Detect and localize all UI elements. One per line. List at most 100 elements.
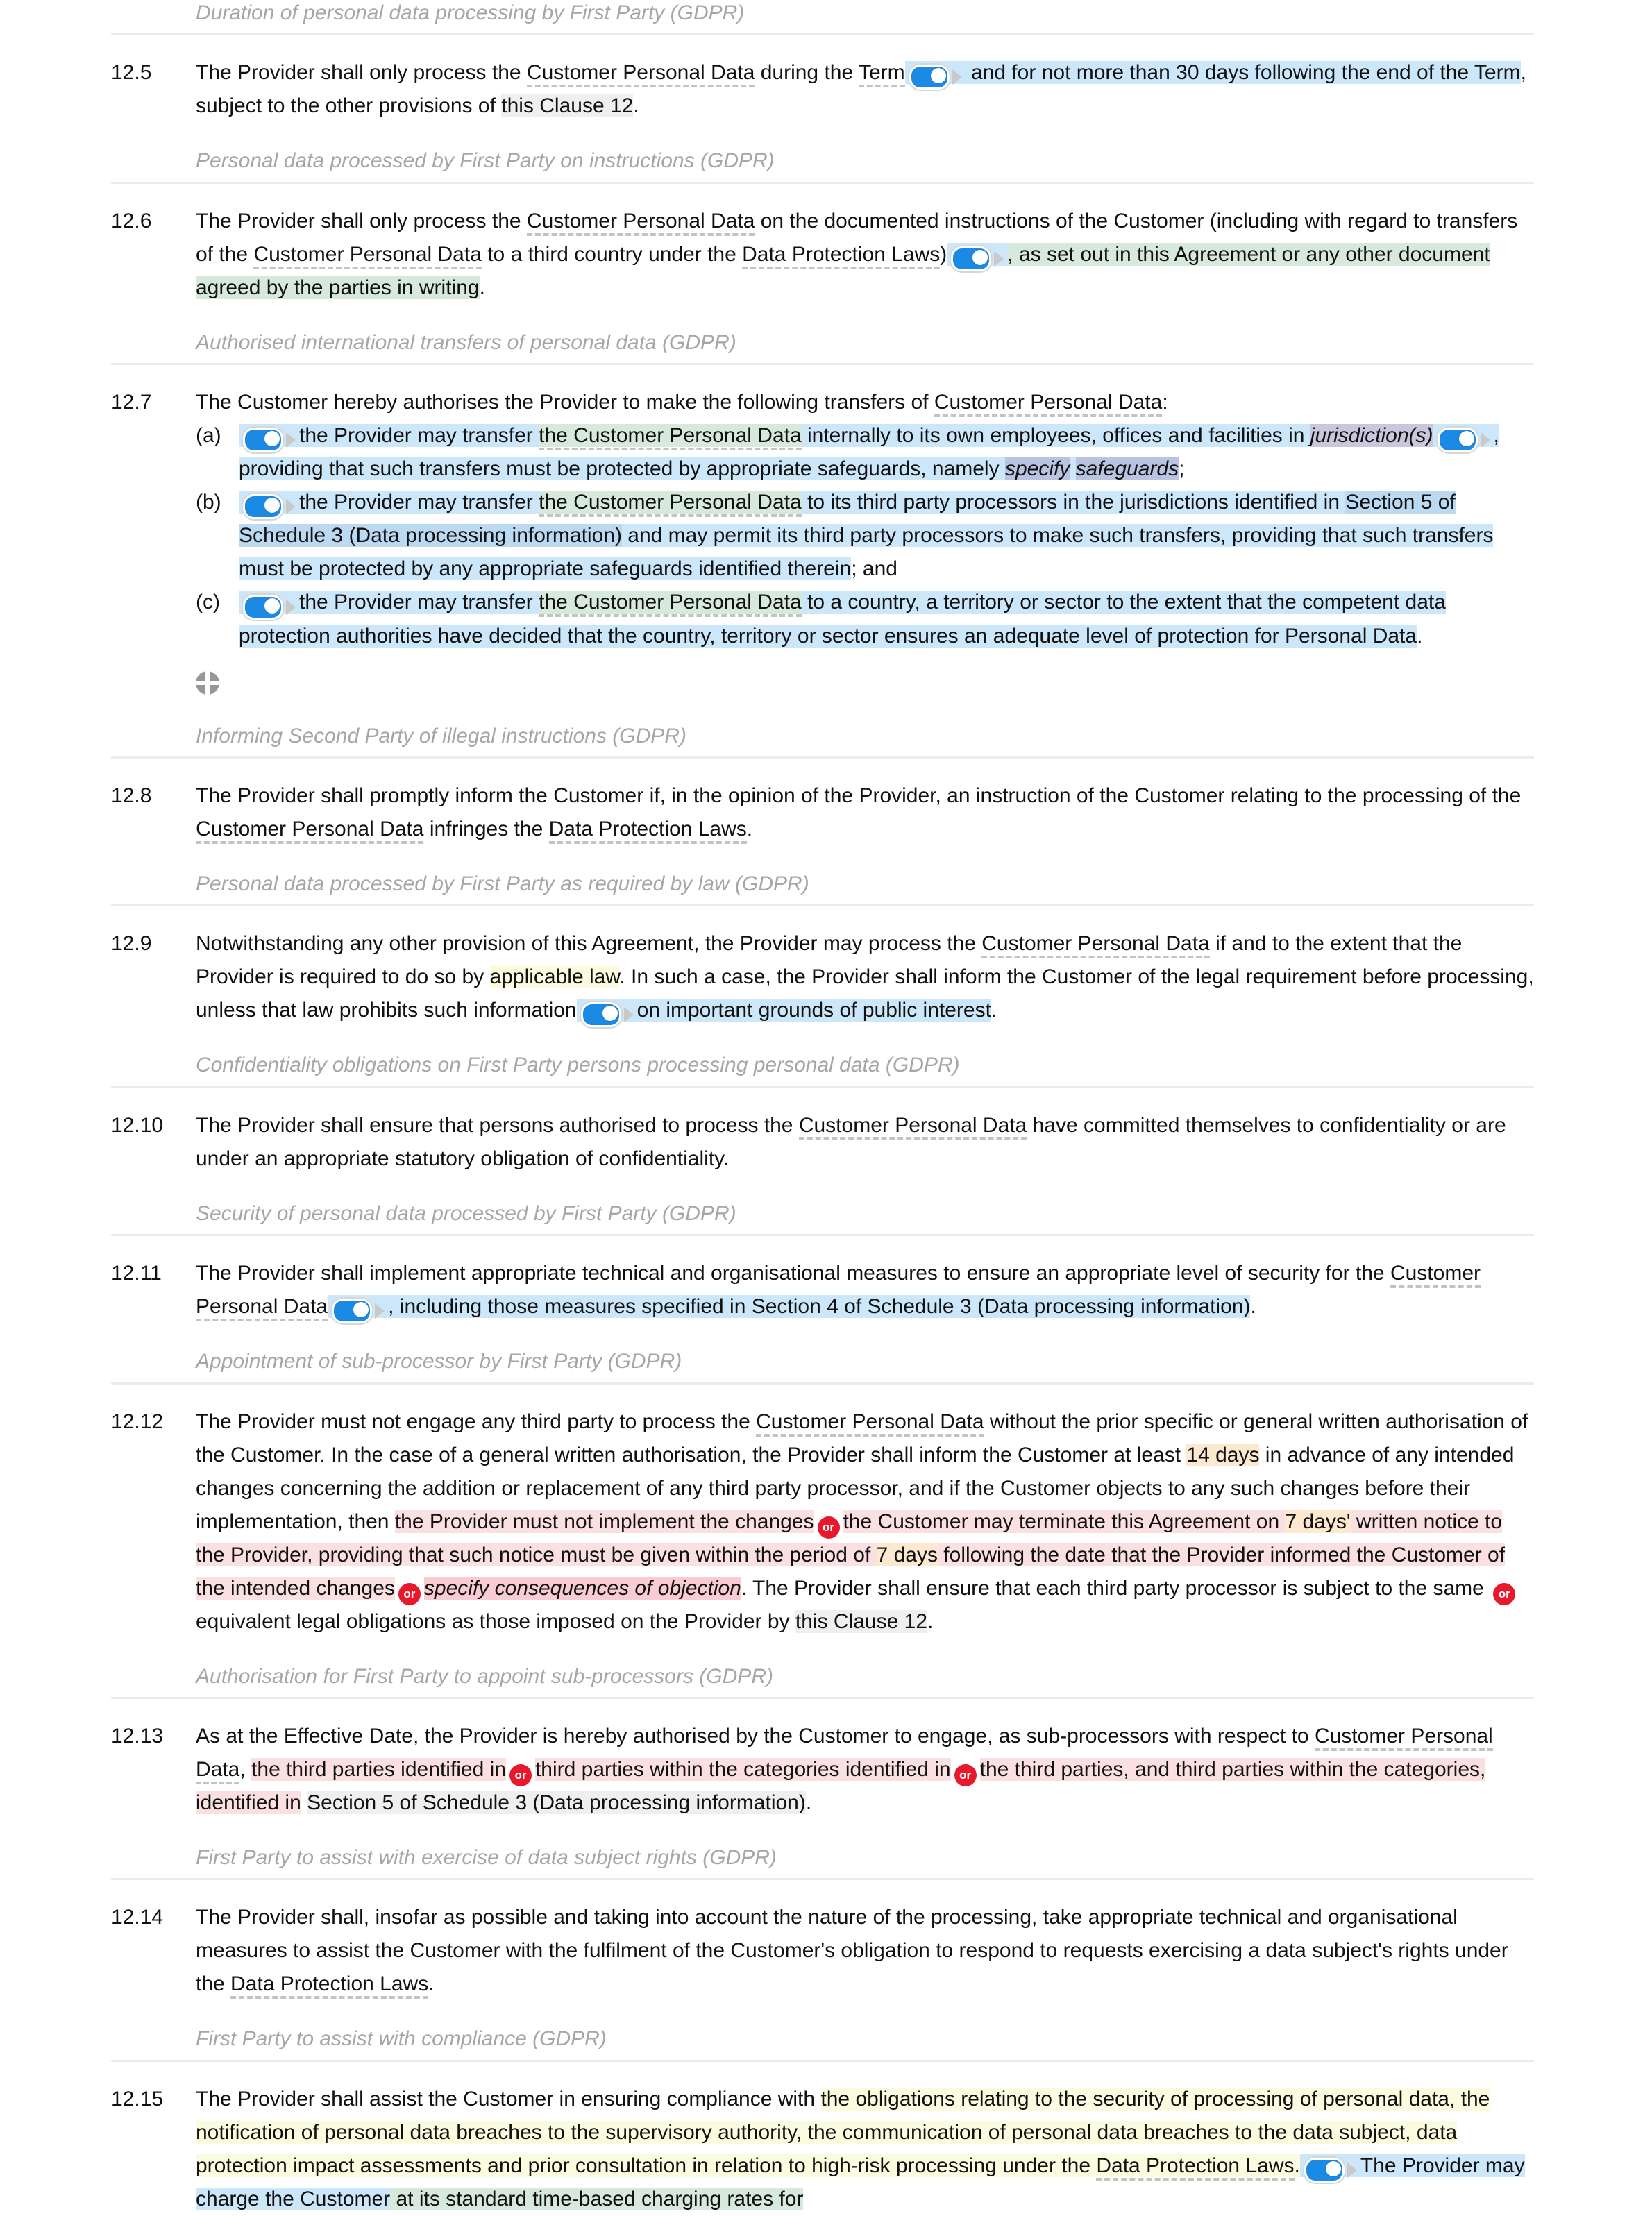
defined-term-term[interactable]: Term	[858, 61, 905, 88]
clause-12-15[interactable]: 12.15 The Provider shall assist the Cust…	[111, 2062, 1534, 2216]
section-heading-illegal-instructions: Informing Second Party of illegal instru…	[111, 723, 1534, 759]
clause-number: 12.10	[111, 1113, 164, 1137]
section-heading-assist-compliance: First Party to assist with compliance (G…	[111, 2026, 1534, 2062]
toggle-switch[interactable]	[332, 1299, 385, 1324]
clause-text: The Provider shall only process the Cust…	[196, 205, 1534, 305]
text-run: The Provider must not engage any third p…	[196, 1410, 757, 1433]
drag-handle-row[interactable]	[111, 653, 1534, 705]
defined-term-data-protection-laws[interactable]: Data Protection Laws	[742, 242, 941, 269]
or-badge[interactable]: or	[817, 1516, 840, 1539]
defined-term-customer-personal-data[interactable]: the Customer Personal Data	[539, 491, 802, 518]
guidance-highlight[interactable]: applicable law	[489, 965, 620, 989]
clause-number: 12.15	[111, 2087, 164, 2111]
variable-value-14-days[interactable]: 14 days	[1186, 1443, 1260, 1466]
text-run: the Provider may transfer	[299, 491, 539, 514]
toggle-switch[interactable]	[951, 246, 1004, 271]
variable-value-7-days[interactable]: 7 days'	[1285, 1509, 1351, 1533]
clause-number: 12.11	[111, 1262, 162, 1285]
document-page: Duration of personal data processing by …	[0, 0, 1652, 2216]
sub-clause-b[interactable]: (b) the Provider may transfer the Custom…	[196, 486, 1534, 586]
toggle-switch[interactable]	[243, 594, 296, 620]
text-run: The Provider shall promptly inform the C…	[196, 784, 1522, 807]
defined-term-data-protection-laws[interactable]: Data Protection Laws	[1096, 2154, 1295, 2181]
cross-reference-link[interactable]: this Clause 12	[501, 94, 634, 118]
placeholder-consequences-of-objection[interactable]: specify consequences of objection	[423, 1576, 741, 1600]
or-badge[interactable]: or	[509, 1764, 532, 1787]
placeholder-safeguards-1[interactable]: specify	[1004, 457, 1070, 481]
toggle-switch[interactable]	[243, 428, 296, 453]
alternative-option-1[interactable]: the third parties identified in	[251, 1758, 506, 1782]
defined-term-data-protection-laws[interactable]: Data Protection Laws	[230, 1972, 429, 1999]
caret-right-icon[interactable]	[952, 69, 962, 85]
defined-term-customer-personal-data[interactable]: Customer Personal Data	[798, 1113, 1027, 1140]
caret-right-icon[interactable]	[286, 432, 296, 448]
defined-term-customer-personal-data[interactable]: Customer Personal Data	[981, 932, 1210, 959]
toggle-switch[interactable]	[1304, 2157, 1357, 2183]
caret-right-icon[interactable]	[1480, 432, 1490, 448]
toggle-switch[interactable]	[909, 65, 962, 90]
defined-term-data-protection-laws[interactable]: Data Protection Laws	[548, 817, 747, 844]
clause-number: 12.8	[111, 784, 152, 807]
section-heading-instructions: Personal data processed by First Party o…	[111, 148, 1534, 184]
text-run: the Provider may transfer	[299, 591, 539, 614]
defined-term-customer-personal-data[interactable]: Customer Personal Data	[756, 1410, 984, 1437]
caret-right-icon[interactable]	[286, 499, 296, 515]
clause-12-7[interactable]: 12.7 The Customer hereby authorises the …	[111, 365, 1534, 652]
clause-12-11[interactable]: 12.11 The Provider shall implement appro…	[111, 1236, 1534, 1324]
toggle-track	[1304, 2157, 1345, 2183]
defined-term-customer-personal-data[interactable]: Customer Personal Data	[196, 817, 424, 844]
toggle-knob	[264, 598, 280, 614]
clause-12-6[interactable]: 12.6 The Provider shall only process the…	[111, 184, 1534, 305]
caret-right-icon[interactable]	[375, 1303, 385, 1319]
clause-12-9[interactable]: 12.9 Notwithstanding any other provision…	[111, 906, 1534, 1028]
clause-12-8[interactable]: 12.8 The Provider shall promptly inform …	[111, 759, 1534, 846]
cross-reference-link[interactable]: this Clause 12	[795, 1609, 927, 1633]
toggle-knob	[264, 431, 280, 447]
variable-value-7-days[interactable]: 7 days	[876, 1543, 938, 1566]
text-run: ,	[239, 1758, 252, 1782]
clause-12-13[interactable]: 12.13 As at the Effective Date, the Prov…	[111, 1699, 1534, 1820]
defined-term-customer-personal-data[interactable]: the Customer Personal Data	[539, 424, 802, 451]
clause-12-5[interactable]: 12.5 The Provider shall only process the…	[111, 35, 1534, 123]
or-badge[interactable]: or	[1493, 1582, 1516, 1605]
toggle-switch[interactable]	[580, 1002, 634, 1028]
clause-text: The Provider shall only process the Cust…	[196, 56, 1534, 123]
caret-right-icon[interactable]	[286, 599, 296, 615]
section-heading-required-by-law: Personal data processed by First Party a…	[111, 871, 1534, 907]
sub-clause-a[interactable]: (a) the Provider may transfer the Custom…	[196, 419, 1534, 486]
sub-clause-c[interactable]: (c) the Provider may transfer the Custom…	[196, 586, 1534, 652]
toggle-track	[243, 594, 283, 620]
toggle-knob	[1325, 2160, 1341, 2176]
clause-number: 12.13	[111, 1725, 164, 1748]
placeholder-jurisdiction[interactable]: jurisdiction(s)	[1310, 424, 1433, 448]
defined-term-customer-personal-data[interactable]: Customer Personal Data	[934, 391, 1163, 418]
defined-term-customer-personal-data[interactable]: the Customer Personal Data	[539, 591, 802, 618]
or-badge[interactable]: or	[398, 1582, 421, 1605]
sub-clause-text: the Provider may transfer the Customer P…	[239, 586, 1534, 652]
clause-text: The Provider must not engage any third p…	[196, 1405, 1534, 1639]
defined-term-customer-personal-data[interactable]: Customer Personal Data	[526, 209, 755, 236]
caret-right-icon[interactable]	[994, 251, 1004, 267]
toggle-switch[interactable]	[1437, 428, 1490, 453]
text-run: The Provider shall implement appropriate…	[196, 1262, 1390, 1285]
alternative-option-2[interactable]: third parties within the categories iden…	[534, 1758, 951, 1782]
text-run: ;	[1179, 457, 1185, 481]
or-badge[interactable]: or	[954, 1764, 977, 1787]
cross-reference-link[interactable]: Section 5 of Schedule 3 (Data processing…	[307, 1791, 806, 1815]
clause-12-12[interactable]: 12.12 The Provider must not engage any t…	[111, 1385, 1534, 1639]
move-handle-icon[interactable]	[196, 670, 219, 695]
defined-term-customer-personal-data[interactable]: Customer Personal Data	[253, 242, 482, 269]
alternative-option-1[interactable]: the Provider must not implement the chan…	[394, 1509, 814, 1533]
placeholder-safeguards-2[interactable]: safeguards	[1075, 457, 1179, 481]
caret-right-icon[interactable]	[623, 1007, 634, 1023]
toggle-switch[interactable]	[243, 494, 296, 520]
caret-right-icon[interactable]	[1347, 2162, 1357, 2178]
clause-12-10[interactable]: 12.10 The Provider shall ensure that per…	[111, 1088, 1534, 1176]
defined-term-customer-personal-data[interactable]: Customer Personal Data	[526, 61, 755, 88]
clause-12-14[interactable]: 12.14 The Provider shall, insofar as pos…	[111, 1880, 1534, 2001]
